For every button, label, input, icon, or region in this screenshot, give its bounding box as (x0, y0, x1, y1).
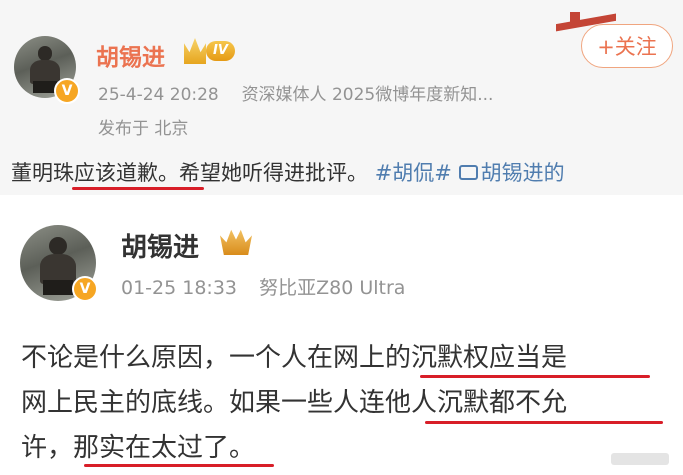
watermark (611, 453, 669, 465)
post-location: 发布于 北京 (98, 119, 189, 139)
post-text-line: 网上民主的底线。如果一些人连他人沉默都不允 (21, 388, 568, 418)
post-text-line: 许，那实在太过了。 (21, 433, 256, 463)
post-meta-line: 01-25 18:33 努比亚Z80 Ultra (121, 273, 405, 300)
red-underline-annotation (420, 375, 650, 378)
verified-badge-icon: V (54, 78, 80, 104)
author-name[interactable]: 胡锡进 (96, 38, 165, 72)
post-timestamp: 25-4-24 20:28 (98, 85, 219, 105)
post-body: 董明珠应该道歉。希望她听得进批评。 #胡侃# 胡锡进的 (11, 157, 565, 187)
red-underline-annotation (425, 421, 663, 424)
verified-badge-icon: V (72, 276, 98, 302)
weibo-post-2: V 胡锡进 01-25 18:33 努比亚Z80 Ultra 不论是什么原因，一… (0, 205, 683, 475)
level-badge: IV (206, 41, 235, 61)
post-device: 努比亚Z80 Ultra (259, 277, 406, 299)
post-text: 董明珠应该道歉。希望她听得进批评。 (11, 161, 368, 185)
post-timestamp: 01-25 18:33 (121, 277, 238, 299)
weibo-post-1: V 胡锡进 IV 25-4-24 20:28 资深媒体人 2025微博年度新知.… (0, 0, 683, 195)
red-underline-annotation (72, 187, 204, 190)
crown-icon (184, 38, 206, 64)
mention-link[interactable]: 胡锡进的 (458, 161, 565, 185)
author-name[interactable]: 胡锡进 (121, 227, 199, 264)
follow-button[interactable]: +关注 (581, 24, 673, 68)
crown-icon (220, 229, 252, 255)
author-description: 资深媒体人 2025微博年度新知... (241, 85, 494, 105)
link-icon (458, 165, 478, 180)
post-meta-line: 25-4-24 20:28 资深媒体人 2025微博年度新知... (98, 80, 493, 105)
hashtag-link[interactable]: #胡侃# (375, 161, 452, 185)
post-text-line: 不论是什么原因，一个人在网上的沉默权应当是 (21, 343, 568, 373)
red-underline-annotation (84, 464, 274, 467)
